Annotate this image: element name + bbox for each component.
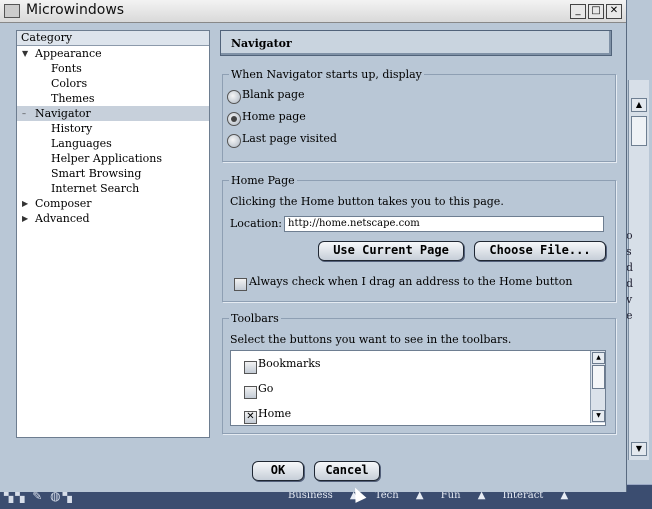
window-icon	[4, 4, 20, 18]
category-item-fonts[interactable]: Fonts	[17, 61, 209, 76]
startup-radio-home-page[interactable]	[227, 112, 241, 126]
scroll-thumb[interactable]	[631, 116, 647, 146]
category-item-label: Internet Search	[51, 182, 140, 195]
title-bar[interactable]: Microwindows _ □ ✕	[0, 0, 626, 23]
location-input[interactable]: http://home.netscape.com	[284, 216, 604, 232]
list-scrollbar[interactable]: ▲ ▼	[590, 351, 605, 423]
close-button[interactable]: ✕	[606, 4, 622, 19]
maximize-button[interactable]: □	[588, 4, 604, 19]
category-item-smart-browsing[interactable]: Smart Browsing	[17, 166, 209, 181]
category-item-label: Languages	[51, 137, 112, 150]
list-scroll-down-icon[interactable]: ▼	[592, 410, 605, 422]
category-tree: Category ▼ Appearance Fonts Colors Themes – Na…	[16, 30, 210, 438]
category-item-history[interactable]: History	[17, 121, 209, 136]
startup-radio-blank-page[interactable]	[227, 90, 241, 104]
category-item-label: Smart Browsing	[51, 167, 142, 180]
startup-option-label: Home page	[242, 110, 306, 123]
list-scroll-up-icon[interactable]: ▲	[592, 352, 605, 364]
startup-option-label: Blank page	[242, 88, 305, 101]
always-check-label: Always check when I drag an address to t…	[249, 275, 573, 288]
category-item-label: Composer	[35, 197, 92, 210]
toolbars-legend: Toolbars	[231, 312, 279, 325]
toolbar-item-label: Bookmarks	[258, 357, 321, 370]
toolbar-checkbox-home[interactable]: ✕	[244, 411, 257, 424]
toolbars-description: Select the buttons you want to see in th…	[230, 333, 512, 346]
list-scroll-thumb[interactable]	[592, 365, 605, 389]
category-item-label: Themes	[51, 92, 95, 105]
category-item-label: Colors	[51, 77, 88, 90]
category-item-colors[interactable]: Colors	[17, 76, 209, 91]
scroll-up-icon[interactable]: ▲	[631, 98, 647, 112]
category-item-label: Helper Applications	[51, 152, 162, 165]
cancel-button[interactable]: Cancel	[314, 461, 380, 481]
panel-title: Navigator	[220, 30, 612, 56]
category-item-label: Fonts	[51, 62, 82, 75]
category-item-appearance[interactable]: ▼ Appearance	[17, 46, 209, 61]
category-item-label: History	[51, 122, 93, 135]
choose-file-button[interactable]: Choose File...	[474, 241, 606, 261]
category-item-composer[interactable]: ▶ Composer	[17, 196, 209, 211]
toolbar-checkbox-bookmarks[interactable]	[244, 361, 257, 374]
category-item-languages[interactable]: Languages	[17, 136, 209, 151]
homepage-description: Clicking the Home button takes you to th…	[230, 195, 504, 208]
ok-button[interactable]: OK	[252, 461, 304, 481]
category-item-navigator[interactable]: – Navigator	[17, 106, 209, 121]
minimize-button[interactable]: _	[570, 4, 586, 19]
category-item-label: Advanced	[35, 212, 90, 225]
toolbar-item-label: Home	[258, 407, 292, 420]
preferences-window: Microwindows _ □ ✕ Category ▼ Appearance F…	[0, 0, 627, 492]
background-page-text: o s d d v e	[626, 229, 634, 322]
homepage-legend: Home Page	[231, 174, 295, 187]
scroll-down-icon[interactable]: ▼	[631, 442, 647, 456]
always-check-checkbox[interactable]	[234, 278, 247, 291]
toolbar-buttons-list: Bookmarks Go ✕ Home ▲ ▼	[230, 350, 606, 426]
expand-arrow-icon[interactable]: ▶	[22, 211, 28, 226]
collapse-arrow-icon[interactable]: ▼	[22, 46, 28, 61]
category-header: Category	[17, 31, 209, 46]
startup-legend: When Navigator starts up, display	[231, 68, 422, 81]
startup-radio-last-page-visited[interactable]	[227, 134, 241, 148]
category-item-label: Navigator	[35, 107, 91, 120]
toolbar-item-label: Go	[258, 382, 274, 395]
category-item-internet-search[interactable]: Internet Search	[17, 181, 209, 196]
toolbar-checkbox-go[interactable]	[244, 386, 257, 399]
category-list: ▼ Appearance Fonts Colors Themes – Navigator Hi…	[17, 46, 209, 226]
window-title: Microwindows	[26, 2, 125, 18]
category-item-themes[interactable]: Themes	[17, 91, 209, 106]
expand-arrow-icon[interactable]: ▶	[22, 196, 28, 211]
category-item-helper-applications[interactable]: Helper Applications	[17, 151, 209, 166]
category-item-advanced[interactable]: ▶ Advanced	[17, 211, 209, 226]
use-current-page-button[interactable]: Use Current Page	[318, 241, 464, 261]
location-label: Location:	[230, 217, 282, 230]
category-item-label: Appearance	[35, 47, 102, 60]
startup-option-label: Last page visited	[242, 132, 337, 145]
collapse-arrow-icon[interactable]: –	[22, 106, 26, 121]
